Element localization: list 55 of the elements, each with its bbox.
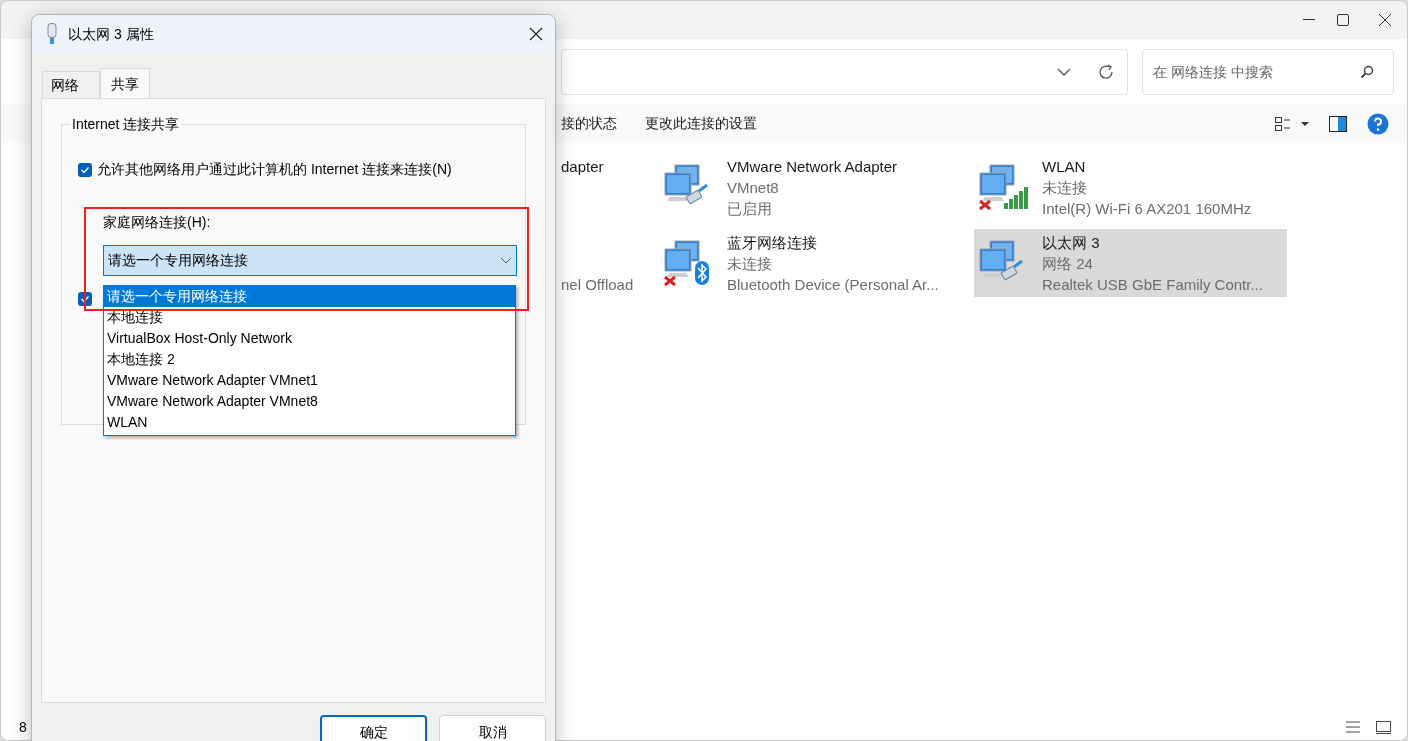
- dropdown-option[interactable]: VMware Network Adapter VMnet1: [104, 370, 515, 391]
- command-button[interactable]: 接的状态: [561, 113, 617, 134]
- device-name: nel Offload: [561, 274, 634, 295]
- dropdown-option[interactable]: 请选一个专用网络连接: [104, 286, 515, 307]
- usb-plug-icon: [46, 23, 58, 45]
- connection-status: 网络 24: [1042, 253, 1094, 274]
- preview-pane-icon[interactable]: [1329, 115, 1347, 132]
- device-name: 已启用: [727, 198, 773, 219]
- search-icon[interactable]: [1360, 64, 1374, 79]
- network-computer-icon: [976, 163, 1028, 211]
- close-icon[interactable]: [529, 27, 543, 41]
- checkbox[interactable]: [78, 162, 92, 177]
- check-icon: [80, 164, 90, 175]
- connection-status: 未连接: [1042, 177, 1088, 198]
- check-icon: [80, 294, 90, 304]
- dropdown-option[interactable]: VMware Network Adapter VMnet8: [104, 391, 515, 412]
- tiles-view-icon[interactable]: [1376, 720, 1391, 734]
- group-legend: Internet 连接共享: [70, 115, 182, 133]
- refresh-icon[interactable]: [1097, 62, 1115, 81]
- command-button[interactable]: 更改此连接的设置: [645, 113, 757, 134]
- dialog-button[interactable]: 取消: [439, 715, 546, 741]
- connection-name: 蓝牙网络连接: [727, 232, 818, 253]
- tab[interactable]: 网络: [42, 71, 100, 98]
- minimize-icon[interactable]: [1303, 19, 1315, 21]
- view-options-icon[interactable]: [1275, 116, 1309, 131]
- connection-item[interactable]: 蓝牙网络连接 未连接 Bluetooth Device (Personal Ar...: [659, 229, 974, 297]
- dropdown-option[interactable]: 本地连接: [104, 307, 515, 328]
- dropdown-field[interactable]: 请选一个专用网络连接: [103, 245, 517, 276]
- connection-status: 未连接: [727, 253, 773, 274]
- item-count: 8: [19, 717, 27, 737]
- device-name: Bluetooth Device (Personal Ar...: [727, 274, 939, 295]
- connection-name: dapter: [561, 156, 604, 177]
- dropdown-option[interactable]: VirtualBox Host-Only Network: [104, 328, 515, 349]
- connection-name: VMware Network Adapter: [727, 156, 898, 177]
- device-name: Realtek USB GbE Family Contr...: [1042, 274, 1263, 295]
- checkbox-label: 允许其他网络用户通过此计算机的 Internet 连接来连接(N): [97, 160, 452, 179]
- connection-item[interactable]: WLAN 未连接 Intel(R) Wi-Fi 6 AX201 160MHz: [974, 153, 1287, 221]
- connection-name: 以太网 3: [1042, 232, 1101, 253]
- dialog-title: 以太网 3 属性: [68, 24, 155, 44]
- chevron-down-icon[interactable]: [1057, 67, 1071, 76]
- connection-status: VMnet8: [727, 177, 780, 198]
- field-label: 家庭网络连接(H):: [103, 214, 211, 230]
- details-view-icon[interactable]: [1346, 720, 1360, 733]
- connection-item[interactable]: VMware Network Adapter VMnet8 已启用: [659, 153, 974, 221]
- dialog-button[interactable]: 确定: [320, 715, 427, 741]
- help-icon[interactable]: [1367, 112, 1389, 135]
- dropdown-option[interactable]: WLAN: [104, 412, 515, 433]
- tab[interactable]: 共享: [100, 68, 150, 99]
- maximize-icon[interactable]: [1337, 14, 1349, 26]
- connection-item[interactable]: 以太网 3 网络 24 Realtek USB GbE Family Contr...: [974, 229, 1287, 297]
- search-field[interactable]: 在 网络连接 中搜索: [1142, 48, 1394, 95]
- connection-name: WLAN: [1042, 156, 1087, 177]
- chevron-down-icon: [500, 257, 512, 264]
- device-name: Intel(R) Wi-Fi 6 AX201 160MHz: [1042, 198, 1252, 219]
- dropdown-option[interactable]: 本地连接 2: [104, 349, 515, 370]
